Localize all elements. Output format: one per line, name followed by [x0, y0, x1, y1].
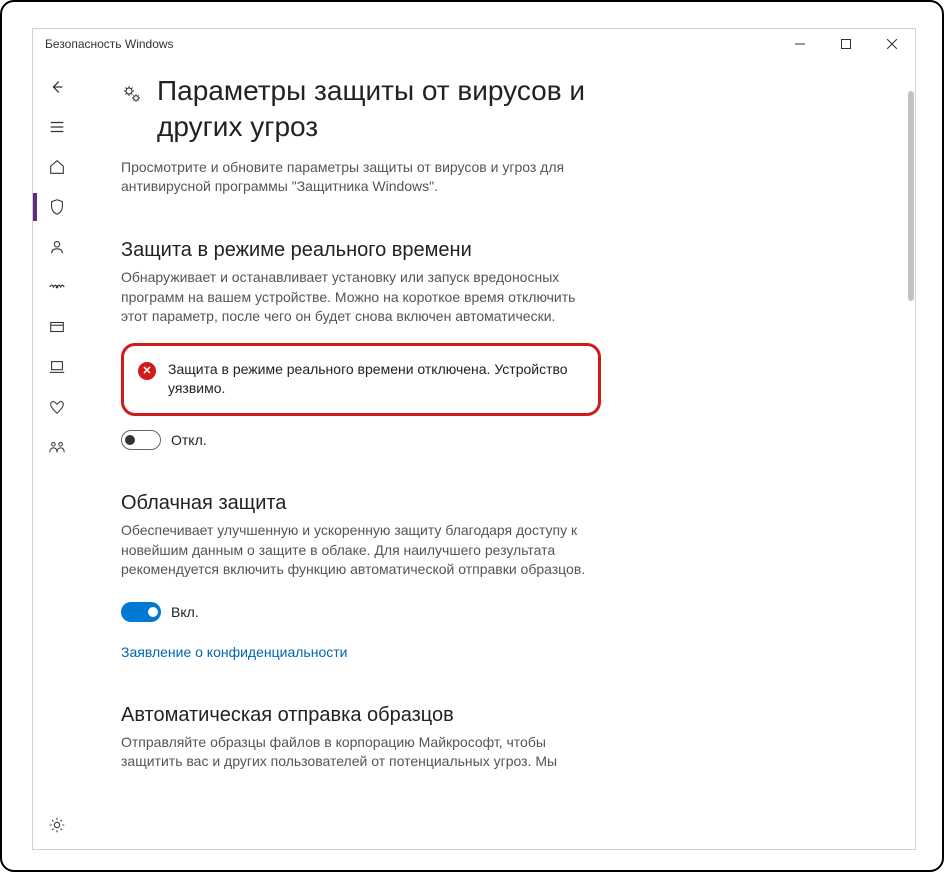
privacy-statement-link[interactable]: Заявление о конфиденциальности — [121, 644, 347, 660]
realtime-alert-box: ✕ Защита в режиме реального времени откл… — [121, 343, 601, 416]
nav-device-performance[interactable] — [33, 387, 81, 427]
nav-virus-protection[interactable] — [33, 187, 81, 227]
close-button[interactable] — [869, 29, 915, 59]
cloud-desc: Обеспечивает улучшенную и ускоренную защ… — [121, 521, 591, 580]
vertical-scrollbar[interactable] — [907, 59, 915, 849]
menu-button[interactable] — [33, 107, 81, 147]
nav-account-protection[interactable] — [33, 227, 81, 267]
left-nav-rail — [33, 59, 81, 849]
screenshot-frame: Безопасность Windows — [0, 0, 944, 872]
auto-submit-title: Автоматическая отправка образцов — [121, 704, 883, 727]
error-icon: ✕ — [138, 362, 156, 380]
page-header: Параметры защиты от вирусов и других угр… — [121, 59, 883, 146]
nav-settings[interactable] — [33, 801, 81, 849]
window-controls — [777, 29, 915, 59]
nav-app-browser-control[interactable] — [33, 307, 81, 347]
realtime-title: Защита в режиме реального времени — [121, 239, 883, 262]
nav-family-options[interactable] — [33, 427, 81, 467]
section-cloud-protection: Облачная защита Обеспечивает улучшенную … — [121, 492, 883, 662]
page-description: Просмотрите и обновите параметры защиты … — [121, 158, 591, 197]
realtime-toggle-label: Откл. — [171, 432, 207, 448]
scrollbar-thumb[interactable] — [908, 91, 914, 301]
minimize-button[interactable] — [777, 29, 823, 59]
app-window: Безопасность Windows — [32, 28, 916, 850]
section-realtime-protection: Защита в режиме реального времени Обнару… — [121, 239, 883, 450]
cloud-toggle-label: Вкл. — [171, 604, 199, 620]
cloud-toggle-row: Вкл. — [121, 602, 883, 622]
realtime-toggle-row: Откл. — [121, 430, 883, 450]
realtime-toggle[interactable] — [121, 430, 161, 450]
nav-firewall[interactable] — [33, 267, 81, 307]
nav-device-security[interactable] — [33, 347, 81, 387]
realtime-alert-text: Защита в режиме реального времени отключ… — [168, 360, 580, 399]
cloud-toggle[interactable] — [121, 602, 161, 622]
realtime-desc: Обнаруживает и останавливает установку и… — [121, 268, 591, 327]
settings-header-icon — [121, 73, 143, 110]
content-column: Параметры защиты от вирусов и других угр… — [81, 59, 915, 849]
body-area: Параметры защиты от вирусов и других угр… — [33, 59, 915, 849]
section-auto-submit: Автоматическая отправка образцов Отправл… — [121, 704, 883, 772]
page-title: Параметры защиты от вирусов и других угр… — [157, 73, 617, 146]
window-title: Безопасность Windows — [45, 37, 174, 51]
nav-home[interactable] — [33, 147, 81, 187]
content-scroll[interactable]: Параметры защиты от вирусов и других угр… — [81, 59, 907, 849]
titlebar: Безопасность Windows — [33, 29, 915, 59]
auto-submit-desc: Отправляйте образцы файлов в корпорацию … — [121, 733, 591, 772]
back-button[interactable] — [33, 67, 81, 107]
cloud-title: Облачная защита — [121, 492, 883, 515]
maximize-button[interactable] — [823, 29, 869, 59]
